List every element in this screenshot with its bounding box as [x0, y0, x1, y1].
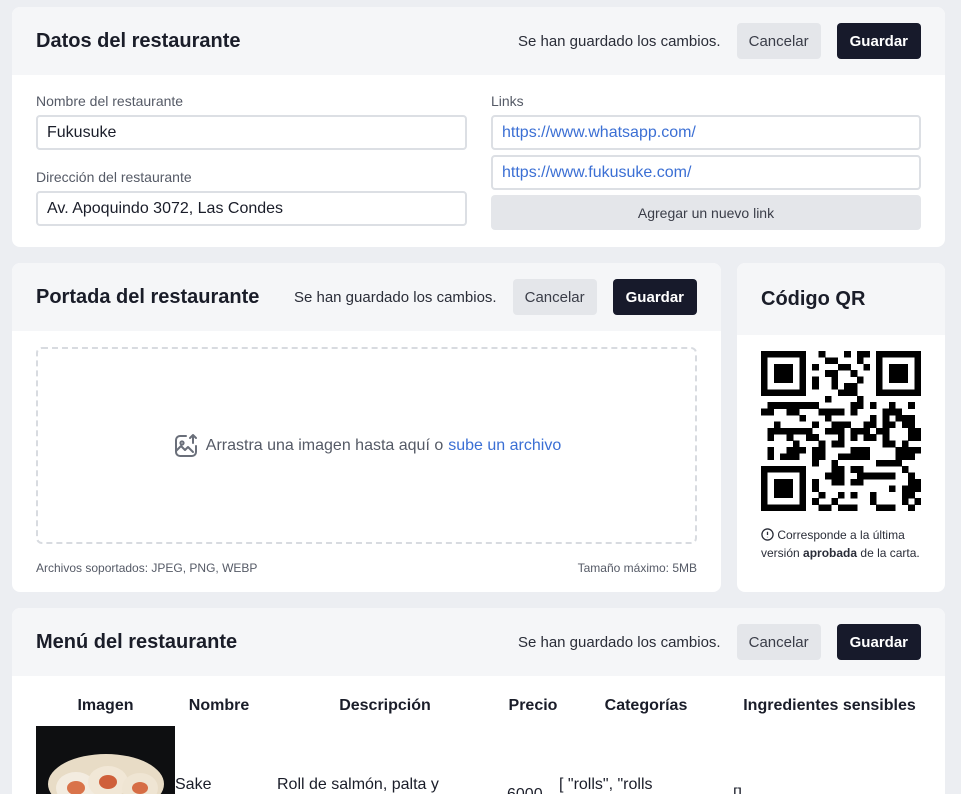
qr-title: Código QR: [761, 287, 866, 310]
restaurant-address-input[interactable]: [36, 191, 467, 226]
name-field-group: Nombre del restaurante: [36, 93, 467, 150]
info-circle-icon: [761, 528, 774, 545]
column-header-sensitive: Ingredientes sensibles: [743, 697, 916, 714]
dish-sensitive: []: [733, 726, 926, 794]
dish-description: Roll de salmón, palta y: [277, 776, 439, 793]
dropzone-text: Arrastra una imagen hasta aquí o: [205, 436, 444, 454]
column-header-description: Descripción: [339, 697, 431, 714]
saved-status: Se han guardado los cambios.: [517, 32, 721, 50]
qr-card: Código QR Corresponde a la última versió…: [737, 263, 945, 592]
qr-note: Corresponde a la última versión aprobada…: [761, 527, 931, 561]
dish-image-cell: [36, 726, 175, 794]
restaurant-name-input[interactable]: [36, 115, 467, 150]
column-header-image: Imagen: [77, 697, 134, 714]
save-button[interactable]: Guardar: [836, 23, 921, 59]
name-label: Nombre del restaurante: [36, 93, 184, 109]
cancel-button[interactable]: Cancelar: [512, 279, 597, 315]
link-input-website[interactable]: [491, 155, 921, 190]
image-upload-icon: [172, 432, 200, 460]
restaurant-data-card: Datos del restaurante Se han guardado lo…: [12, 7, 945, 247]
sushi-roll-photo: [36, 726, 175, 794]
qr-note-post: de la carta.: [860, 546, 920, 560]
menu-title: Menú del restaurante: [36, 630, 238, 653]
saved-status: Se han guardado los cambios.: [517, 633, 721, 651]
links-group: Links Agregar un nuevo link: [491, 93, 921, 230]
max-size: Tamaño máximo: 5MB: [577, 561, 697, 575]
restaurant-data-header: Datos del restaurante Se han guardado lo…: [12, 7, 945, 75]
table-row[interactable]: Sake Roll de salmón, palta y 6000 [ "rol…: [36, 726, 926, 794]
column-header-price: Precio: [508, 697, 558, 714]
supported-formats: Archivos soportados: JPEG, PNG, WEBP: [36, 561, 258, 575]
image-dropzone[interactable]: Arrastra una imagen hasta aquí o sube un…: [36, 347, 697, 544]
column-header-categories: Categorías: [604, 697, 688, 714]
cover-title: Portada del restaurante: [36, 285, 260, 308]
save-button[interactable]: Guardar: [836, 624, 921, 660]
address-field-group: Dirección del restaurante: [36, 169, 467, 226]
qr-code-image: [761, 351, 922, 516]
save-button[interactable]: Guardar: [612, 279, 697, 315]
links-label: Links: [491, 93, 524, 109]
cover-card: Portada del restaurante Se han guardado …: [12, 263, 721, 592]
cover-header: Portada del restaurante Se han guardado …: [12, 263, 721, 331]
dish-name: Sake: [175, 776, 212, 793]
menu-table: Imagen Nombre Descripción Precio Categor…: [36, 686, 926, 794]
qr-header: Código QR: [737, 263, 945, 335]
cancel-button[interactable]: Cancelar: [736, 23, 821, 59]
menu-header: Menú del restaurante Se han guardado los…: [12, 608, 945, 676]
link-input-whatsapp[interactable]: [491, 115, 921, 150]
dish-categories: [ "rolls", "rolls: [559, 776, 653, 793]
qr-note-bold: aprobada: [803, 546, 858, 560]
table-header-row: Imagen Nombre Descripción Precio Categor…: [36, 686, 926, 726]
menu-card: Menú del restaurante Se han guardado los…: [12, 608, 945, 794]
upload-file-link[interactable]: sube un archivo: [448, 437, 561, 455]
cancel-button[interactable]: Cancelar: [736, 624, 821, 660]
restaurant-data-title: Datos del restaurante: [36, 29, 241, 52]
add-link-button[interactable]: Agregar un nuevo link: [491, 195, 921, 230]
address-label: Dirección del restaurante: [36, 169, 192, 185]
saved-status: Se han guardado los cambios.: [293, 288, 497, 306]
dish-price: 6000: [507, 726, 559, 794]
column-header-name: Nombre: [188, 697, 250, 714]
